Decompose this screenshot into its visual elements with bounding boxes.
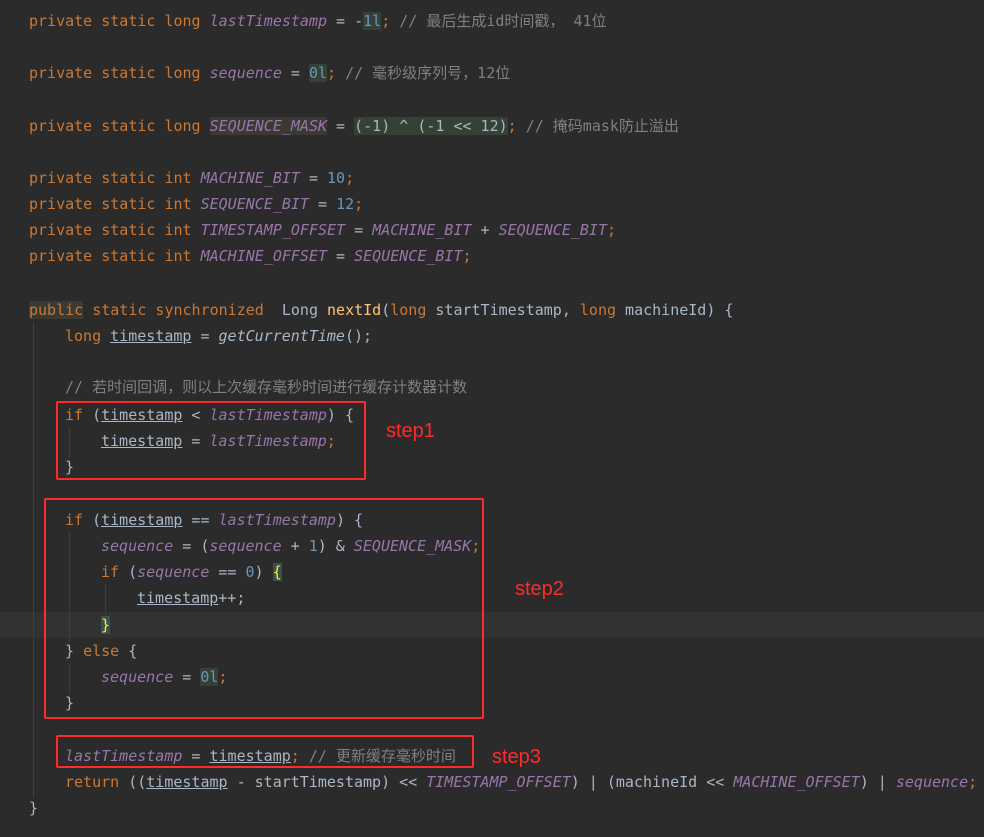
code-line: return ((timestamp - startTimestamp) << … — [65, 770, 977, 794]
code-token: SEQUENCE_MASK — [209, 117, 328, 135]
step3-highlight-box — [56, 735, 474, 768]
code-token: private static int — [29, 195, 201, 213]
code-line: private static long SEQUENCE_MASK = (-1)… — [29, 114, 679, 138]
code-token: sequence — [209, 64, 282, 82]
code-line: public static synchronized Long nextId(l… — [29, 298, 733, 322]
code-token: MACHINE_OFFSET — [733, 773, 860, 791]
code-line: long timestamp = getCurrentTime(); — [65, 324, 372, 348]
code-token: lastTimestamp — [209, 12, 328, 30]
code-token: SEQUENCE_BIT — [498, 221, 607, 239]
code-comment: // 掩码mask防止溢出 — [525, 117, 679, 135]
code-line: // 若时间回调，则以上次缓存毫秒时间进行缓存计数器计数 — [65, 375, 467, 399]
code-token: private static int — [29, 221, 201, 239]
code-token: 0l — [308, 64, 328, 82]
code-token: = — [191, 327, 219, 345]
code-token: = — [281, 64, 309, 82]
code-token: TIMESTAMP_OFFSET — [200, 221, 346, 239]
indent-guide — [33, 322, 34, 798]
code-token: = - — [327, 12, 364, 30]
code-token: MACHINE_OFFSET — [200, 247, 328, 265]
code-token: private static int — [29, 169, 201, 187]
code-token: ) | — [859, 773, 896, 791]
code-line: private static int MACHINE_BIT = 10; — [29, 166, 354, 190]
code-token: ; — [607, 221, 617, 239]
code-token: (-1) ^ (-1 << 12) — [354, 117, 508, 135]
code-editor[interactable]: private static long lastTimestamp = -1l;… — [0, 0, 984, 837]
code-token: SEQUENCE_BIT — [354, 247, 463, 265]
code-token: ; — [327, 64, 346, 82]
step2-highlight-box — [44, 498, 484, 719]
code-token: ; — [345, 169, 355, 187]
code-token: public — [29, 301, 84, 319]
code-line: private static int TIMESTAMP_OFFSET = MA… — [29, 218, 616, 242]
code-token: machineId) { — [616, 301, 734, 319]
code-token: private static long — [29, 12, 210, 30]
code-line: private static int SEQUENCE_BIT = 12; — [29, 192, 363, 216]
code-line: private static long sequence = 0l; // 毫秒… — [29, 61, 510, 85]
code-token: ; — [381, 12, 400, 30]
code-token: ( — [381, 301, 391, 319]
code-token: TIMESTAMP_OFFSET — [426, 773, 571, 791]
code-token: ; — [968, 773, 978, 791]
code-token: = — [327, 247, 355, 265]
code-token: static synchronized — [83, 301, 273, 319]
code-token: timestamp — [146, 773, 228, 791]
code-token: ) | (machineId << — [570, 773, 734, 791]
code-line: } — [29, 796, 38, 820]
step1-highlight-box — [56, 401, 366, 480]
code-token: private static int — [29, 247, 201, 265]
code-token: (); — [344, 327, 373, 345]
code-token: private static long — [29, 117, 210, 135]
code-token: 12 — [336, 195, 355, 213]
code-token: startTimestamp, — [426, 301, 580, 319]
code-line: private static int MACHINE_OFFSET = SEQU… — [29, 244, 472, 268]
step1-label: step1 — [386, 420, 435, 442]
code-comment: // 最后生成id时间戳， 41位 — [399, 12, 607, 30]
code-token: private static long — [29, 64, 210, 82]
code-token: long — [579, 301, 617, 319]
code-comment: // 毫秒级序列号，12位 — [345, 64, 511, 82]
code-token: + — [471, 221, 499, 239]
code-token: return — [65, 773, 120, 791]
code-token: (( — [119, 773, 147, 791]
code-token: Long — [272, 301, 328, 319]
code-token: ; — [507, 117, 526, 135]
code-token: } — [29, 799, 39, 817]
code-token: MACHINE_BIT — [372, 221, 472, 239]
code-token: getCurrentTime — [218, 327, 345, 345]
step3-label: step3 — [492, 746, 541, 768]
code-token: = — [308, 195, 337, 213]
step2-label: step2 — [515, 578, 564, 600]
code-token: long — [65, 327, 111, 345]
code-token: = — [327, 117, 355, 135]
code-token: sequence — [895, 773, 969, 791]
code-token: 10 — [327, 169, 346, 187]
code-token: - startTimestamp) << — [227, 773, 427, 791]
code-comment: // 若时间回调，则以上次缓存毫秒时间进行缓存计数器计数 — [65, 378, 468, 396]
code-token: = — [299, 169, 328, 187]
code-token: SEQUENCE_BIT — [200, 195, 309, 213]
code-token: long — [390, 301, 427, 319]
code-token: 1l — [363, 12, 382, 30]
code-token: MACHINE_BIT — [200, 169, 300, 187]
code-token: ; — [354, 195, 364, 213]
code-token: nextId — [327, 301, 382, 319]
code-line: private static long lastTimestamp = -1l;… — [29, 9, 607, 33]
code-token: timestamp — [110, 327, 192, 345]
code-token: ; — [462, 247, 472, 265]
code-token: = — [345, 221, 373, 239]
